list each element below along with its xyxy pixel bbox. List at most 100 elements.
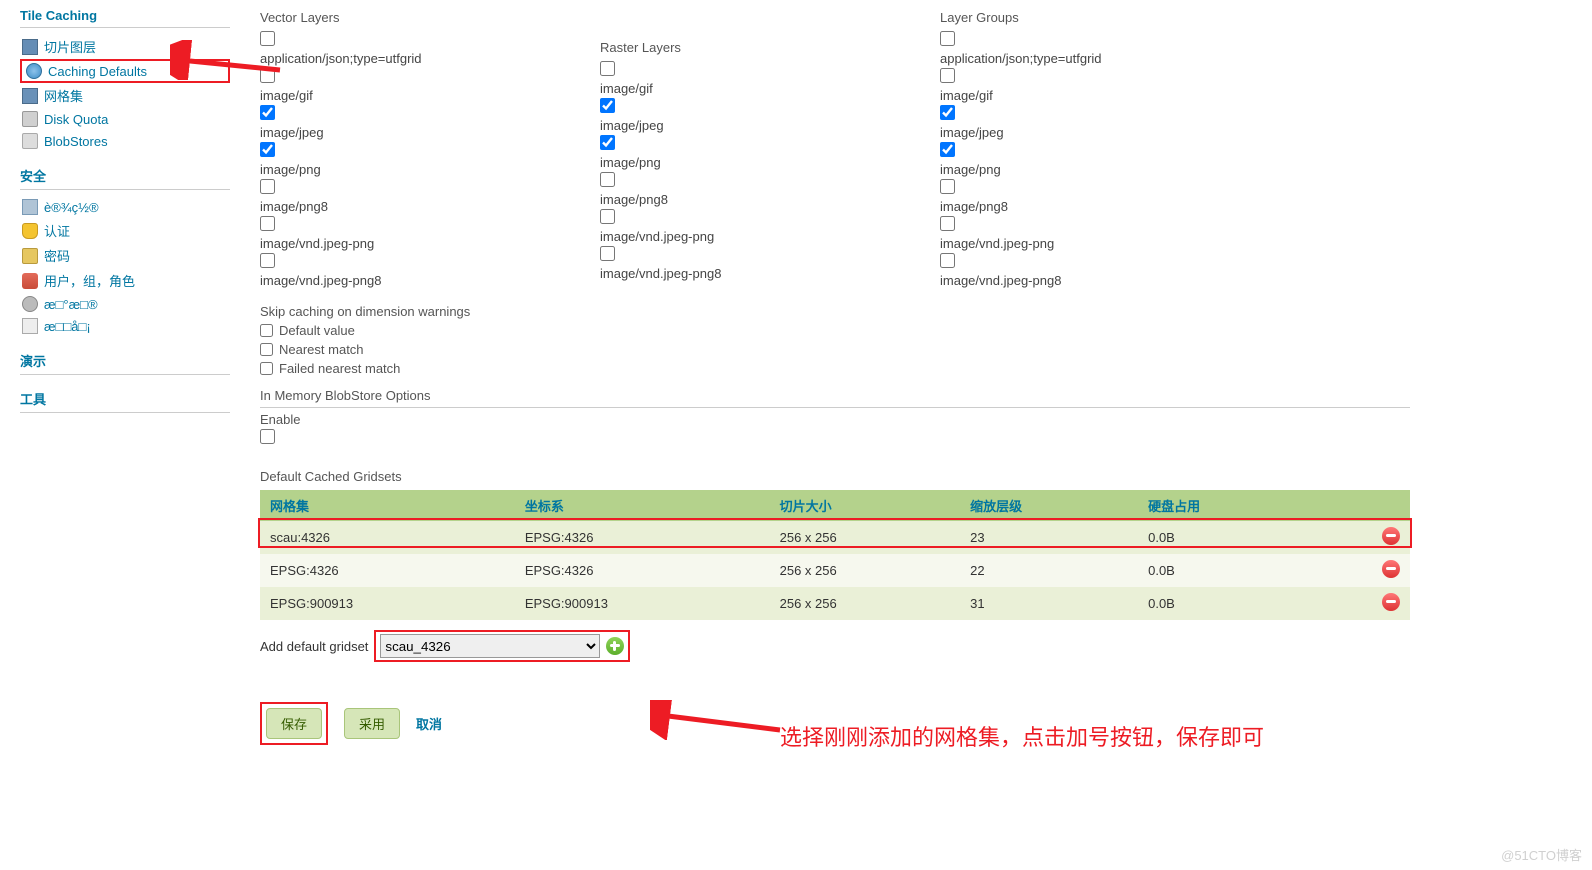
sidebar-item-password[interactable]: 密码 <box>20 243 230 268</box>
vector-format-label-6: image/vnd.jpeg-png8 <box>260 273 560 288</box>
vector-format-checkbox-4[interactable] <box>260 179 275 194</box>
skip-nearest-match-checkbox[interactable] <box>260 343 273 356</box>
skip-failed-nearest-checkbox[interactable] <box>260 362 273 375</box>
group-format-checkbox-0[interactable] <box>940 31 955 46</box>
group-format-checkbox-1[interactable] <box>940 68 955 83</box>
gridsets-table: 网格集 坐标系 切片大小 缩放层级 硬盘占用 scau:4326EPSG:432… <box>260 490 1410 620</box>
group-format-label-6: image/vnd.jpeg-png8 <box>940 273 1240 288</box>
raster-format-label-3: image/png8 <box>600 192 900 207</box>
lock-icon <box>22 248 38 264</box>
th-disk[interactable]: 硬盘占用 <box>1138 490 1316 521</box>
sidebar-item-users[interactable]: 用户，组，角色 <box>20 268 230 293</box>
th-tilesize[interactable]: 切片大小 <box>770 490 961 521</box>
grid-icon <box>22 88 38 104</box>
gridset-cell: 22 <box>960 554 1138 587</box>
doc-icon <box>22 318 38 334</box>
raster-format-label-2: image/png <box>600 155 900 170</box>
vector-format-checkbox-5[interactable] <box>260 216 275 231</box>
shield-icon <box>22 223 38 239</box>
group-format-checkbox-3[interactable] <box>940 142 955 157</box>
raster-format-checkbox-3[interactable] <box>600 172 615 187</box>
vector-format-checkbox-6[interactable] <box>260 253 275 268</box>
vector-format-label-4: image/png8 <box>260 199 560 214</box>
tools-header[interactable]: 工具 <box>20 389 230 413</box>
gridset-cell: 0.0B <box>1138 587 1316 620</box>
group-format-label-0: application/json;type=utfgrid <box>940 51 1240 66</box>
arrow-annotation-icon <box>650 700 790 740</box>
gridset-cell: EPSG:900913 <box>260 587 515 620</box>
layer-groups-title: Layer Groups <box>940 10 1240 25</box>
gridset-cell: 0.0B <box>1138 554 1316 587</box>
annotation-text: 选择刚刚添加的网格集，点击加号按钮，保存即可 <box>780 720 1264 752</box>
add-gridset-icon[interactable] <box>606 637 624 655</box>
vector-format-label-0: application/json;type=utfgrid <box>260 51 560 66</box>
gridset-row: EPSG:4326EPSG:4326256 x 256220.0B <box>260 554 1410 587</box>
sidebar-item-blobstores[interactable]: BlobStores <box>20 130 230 152</box>
cancel-link[interactable]: 取消 <box>416 714 442 733</box>
vector-format-label-3: image/png <box>260 162 560 177</box>
vector-format-label-1: image/gif <box>260 88 560 103</box>
delete-gridset-icon[interactable] <box>1382 560 1400 578</box>
raster-format-checkbox-0[interactable] <box>600 61 615 76</box>
apply-button[interactable]: 采用 <box>344 708 400 739</box>
highlight-row-annotation <box>258 518 1412 548</box>
gridset-cell: EPSG:4326 <box>515 554 770 587</box>
wrench-icon <box>22 199 38 215</box>
group-format-checkbox-5[interactable] <box>940 216 955 231</box>
disk-icon <box>22 111 38 127</box>
sidebar-item-disk-quota[interactable]: Disk Quota <box>20 108 230 130</box>
th-crs[interactable]: 坐标系 <box>515 490 770 521</box>
group-format-label-5: image/vnd.jpeg-png <box>940 236 1240 251</box>
gridset-row: EPSG:900913EPSG:900913256 x 256310.0B <box>260 587 1410 620</box>
sidebar-item-gridsets[interactable]: 网格集 <box>20 83 230 108</box>
sidebar-item-settings[interactable]: è®¾ç½® <box>20 196 230 218</box>
th-zoom[interactable]: 缩放层级 <box>960 490 1138 521</box>
gear-icon <box>22 296 38 312</box>
skip-default-value-label: Default value <box>279 323 355 338</box>
group-format-checkbox-6[interactable] <box>940 253 955 268</box>
gridset-cell: 256 x 256 <box>770 554 961 587</box>
skip-caching-title: Skip caching on dimension warnings <box>260 304 1572 319</box>
user-icon <box>22 273 38 289</box>
vector-layers-title: Vector Layers <box>260 10 560 25</box>
gridset-cell: 31 <box>960 587 1138 620</box>
globe-icon <box>26 63 42 79</box>
group-format-checkbox-2[interactable] <box>940 105 955 120</box>
group-format-checkbox-4[interactable] <box>940 179 955 194</box>
group-format-label-1: image/gif <box>940 88 1240 103</box>
blob-icon <box>22 133 38 149</box>
raster-format-checkbox-5[interactable] <box>600 246 615 261</box>
raster-format-label-1: image/jpeg <box>600 118 900 133</box>
arrow-annotation-icon <box>170 40 290 80</box>
raster-format-checkbox-1[interactable] <box>600 98 615 113</box>
vector-format-label-2: image/jpeg <box>260 125 560 140</box>
skip-default-value-checkbox[interactable] <box>260 324 273 337</box>
raster-format-label-5: image/vnd.jpeg-png8 <box>600 266 900 281</box>
group-format-label-2: image/jpeg <box>940 125 1240 140</box>
skip-failed-nearest-label: Failed nearest match <box>279 361 400 376</box>
raster-format-label-4: image/vnd.jpeg-png <box>600 229 900 244</box>
security-header: 安全 <box>20 166 230 190</box>
vector-format-checkbox-3[interactable] <box>260 142 275 157</box>
delete-gridset-icon[interactable] <box>1382 593 1400 611</box>
watermark: @51CTO博客 <box>1501 845 1582 864</box>
add-gridset-select[interactable]: scau_4326 <box>380 634 600 658</box>
demo-header[interactable]: 演示 <box>20 351 230 375</box>
sidebar-item-auth[interactable]: 认证 <box>20 218 230 243</box>
group-format-label-3: image/png <box>940 162 1240 177</box>
th-gridset[interactable]: 网格集 <box>260 490 515 521</box>
raster-layers-title: Raster Layers <box>600 40 900 55</box>
default-gridsets-title: Default Cached Gridsets <box>260 469 1572 484</box>
raster-format-checkbox-4[interactable] <box>600 209 615 224</box>
save-button[interactable]: 保存 <box>266 708 322 739</box>
tile-caching-header: Tile Caching <box>20 8 230 28</box>
group-format-label-4: image/png8 <box>940 199 1240 214</box>
sidebar-item-service[interactable]: æ□□å□¡ <box>20 315 230 337</box>
sidebar-item-data[interactable]: æ□°æ□® <box>20 293 230 315</box>
vector-format-checkbox-2[interactable] <box>260 105 275 120</box>
raster-format-checkbox-2[interactable] <box>600 135 615 150</box>
layer-icon <box>22 39 38 55</box>
gridset-cell: EPSG:4326 <box>260 554 515 587</box>
enable-memory-checkbox[interactable] <box>260 429 275 444</box>
gridset-cell: EPSG:900913 <box>515 587 770 620</box>
